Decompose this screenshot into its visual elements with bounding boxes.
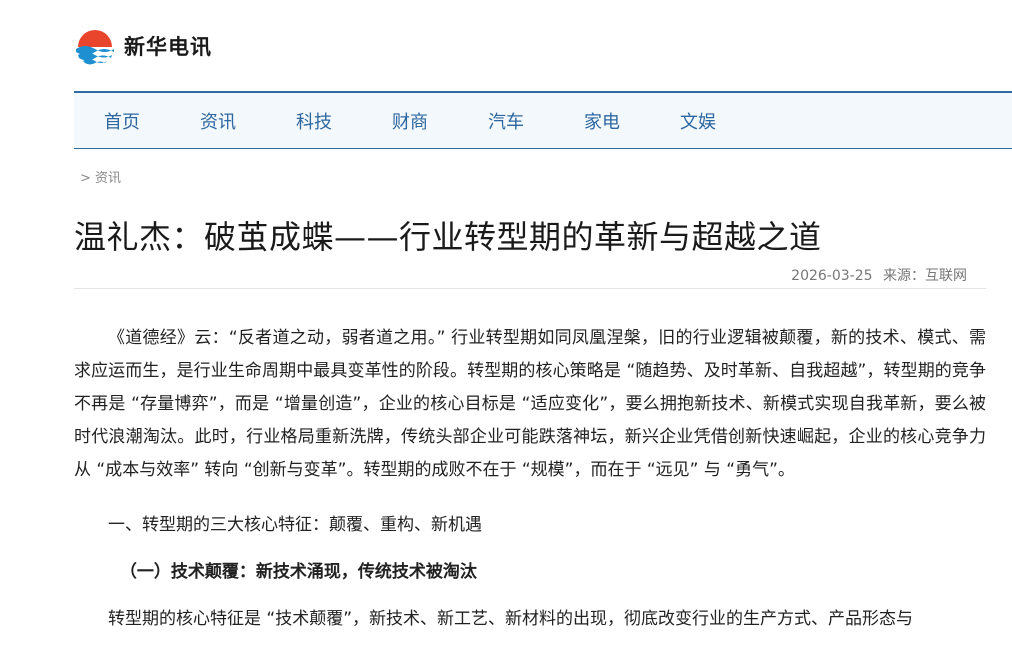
article-body: 《道德经》云：“反者道之动，弱者道之用。” 行业转型期如同凤凰涅槃，旧的行业逻辑… <box>74 322 986 636</box>
nav-item-news[interactable]: 资讯 <box>170 108 266 134</box>
section-heading: 一、转型期的三大核心特征：颠覆、重构、新机遇 <box>108 515 482 535</box>
article-paragraph: 转型期的核心特征是 “技术颠覆”，新技术、新工艺、新材料的出现，彻底改变行业的生… <box>108 609 914 629</box>
site-header: 新华电讯 <box>74 24 212 68</box>
title-divider <box>74 288 986 289</box>
article-title: 温礼杰：破茧成蝶——行业转型期的革新与超越之道 <box>74 218 822 256</box>
article-date: 2026-03-25 <box>791 268 873 284</box>
nav-item-auto[interactable]: 汽车 <box>458 108 554 134</box>
nav-item-finance[interactable]: 财商 <box>362 108 458 134</box>
nav-item-tech[interactable]: 科技 <box>266 108 362 134</box>
nav-item-home[interactable]: 首页 <box>74 108 170 134</box>
nav-item-appliance[interactable]: 家电 <box>554 108 650 134</box>
wave-logo-icon[interactable] <box>74 25 116 67</box>
breadcrumb[interactable]: > 资讯 <box>80 167 121 186</box>
article-source: 来源：互联网 <box>883 268 967 284</box>
site-name[interactable]: 新华电讯 <box>124 31 212 61</box>
main-nav: 首页 资讯 科技 财商 汽车 家电 文娱 <box>74 91 1012 149</box>
subsection-heading: （一）技术颠覆：新技术涌现，传统技术被淘汰 <box>119 562 477 582</box>
nav-item-entertainment[interactable]: 文娱 <box>650 108 746 134</box>
article-meta: 2026-03-25 来源：互联网 <box>74 265 967 285</box>
article-paragraph: 《道德经》云：“反者道之动，弱者道之用。” 行业转型期如同凤凰涅槃，旧的行业逻辑… <box>74 328 986 480</box>
